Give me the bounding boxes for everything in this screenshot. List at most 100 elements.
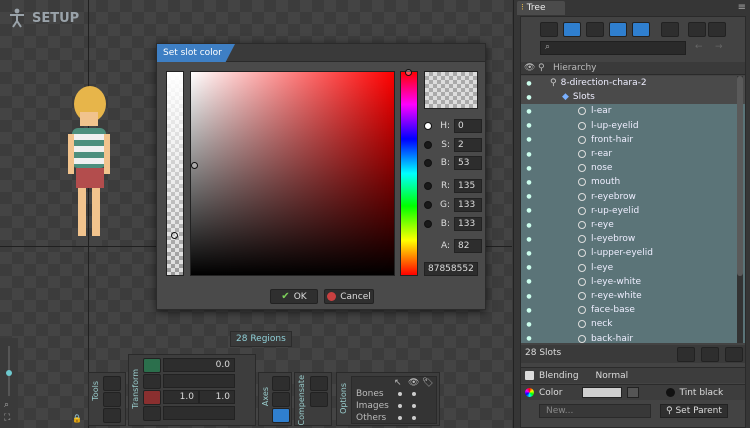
compensate-images-button[interactable] <box>310 392 328 407</box>
slot-visibility-toggle[interactable]: ● <box>526 250 532 257</box>
images-select-toggle[interactable] <box>398 404 402 408</box>
tree-scrollbar[interactable] <box>737 76 743 343</box>
slot-visibility-toggle[interactable]: ● <box>526 179 532 186</box>
weights-tool-button[interactable] <box>103 392 121 407</box>
bones-select-toggle[interactable] <box>398 392 402 396</box>
scale-x-input[interactable]: 1.0 <box>163 390 199 404</box>
alpha-slider-handle[interactable] <box>171 232 178 239</box>
slot-visibility-toggle[interactable]: ● <box>526 222 532 229</box>
saturation-radio[interactable] <box>424 141 432 149</box>
slot-visibility-toggle[interactable]: ● <box>526 193 532 200</box>
brightness-input[interactable]: 53 <box>454 156 482 170</box>
rotate-input[interactable]: 0.0 <box>163 358 235 372</box>
scale-button[interactable] <box>143 390 161 405</box>
slot-visibility-toggle[interactable]: ● <box>526 307 532 314</box>
sv-picker-handle[interactable] <box>191 162 198 169</box>
ok-button[interactable]: ✔ OK <box>270 289 318 304</box>
slot-row[interactable]: ● neck <box>521 317 745 332</box>
blue-input[interactable]: 133 <box>454 217 482 231</box>
alpha-slider[interactable] <box>166 71 184 276</box>
hue-slider-handle[interactable] <box>405 69 412 76</box>
slot-row[interactable]: ● l-upper-eyelid <box>521 246 745 261</box>
slot-visibility-toggle[interactable]: ● <box>526 165 532 172</box>
slot-row[interactable]: ● l-ear <box>521 104 745 119</box>
slot-row[interactable]: ● mouth <box>521 175 745 190</box>
slot-visibility-toggle[interactable]: ● <box>526 151 532 158</box>
slots-folder-node[interactable]: ● ◆ Slots <box>521 90 745 105</box>
slot-rename-button[interactable] <box>701 347 719 362</box>
panel-menu-icon[interactable]: ≡ <box>738 2 746 13</box>
slot-row[interactable]: ● l-eye-white <box>521 274 745 289</box>
search-next-icon[interactable]: → <box>715 42 723 52</box>
color-swatch[interactable] <box>581 387 622 398</box>
images-visible-toggle[interactable] <box>412 404 416 408</box>
skeleton-node[interactable]: ● ⚲ 8-direction-chara-2 <box>521 76 745 91</box>
blending-select[interactable]: Normal <box>596 371 629 381</box>
zoom-slider-handle[interactable] <box>6 370 12 376</box>
slot-visibility-toggle[interactable]: ● <box>526 122 532 129</box>
slot-row[interactable]: ● nose <box>521 161 745 176</box>
tab-tree[interactable]: ⁝ Tree <box>517 1 565 15</box>
slot-row[interactable]: ● r-eye <box>521 218 745 233</box>
tree-scroll-thumb[interactable] <box>737 76 743 276</box>
green-radio[interactable] <box>424 201 432 209</box>
set-parent-button[interactable]: ⚲ Set Parent <box>660 404 728 418</box>
zoom-icon[interactable]: ⌕ <box>4 400 9 410</box>
filter-slots-button[interactable] <box>563 22 581 37</box>
slot-delete-button[interactable] <box>725 347 743 362</box>
red-input[interactable]: 135 <box>454 179 482 193</box>
slot-visibility-toggle[interactable]: ● <box>526 108 532 115</box>
slot-visibility-toggle[interactable]: ● <box>526 278 532 285</box>
scale-y-input[interactable]: 1.0 <box>199 390 235 404</box>
search-input[interactable]: ⌕ <box>540 41 686 55</box>
slot-visibility-toggle[interactable]: ● <box>526 207 532 214</box>
slot-visibility-toggle[interactable]: ● <box>526 335 532 342</box>
hue-input[interactable]: 0 <box>454 119 482 133</box>
slot-row[interactable]: ● r-eyebrow <box>521 189 745 204</box>
shear-input[interactable] <box>163 406 235 420</box>
slot-visibility-toggle[interactable]: ● <box>526 236 532 243</box>
rotate-button[interactable] <box>143 358 161 373</box>
saturation-brightness-picker[interactable] <box>190 71 395 276</box>
slot-row[interactable]: ● r-ear <box>521 147 745 162</box>
blending-checkbox[interactable] <box>525 371 534 380</box>
axes-world-button[interactable] <box>272 408 290 423</box>
saturation-input[interactable]: 2 <box>454 138 482 152</box>
slot-visibility-toggle[interactable]: ● <box>526 264 532 271</box>
translate-input[interactable] <box>163 374 235 388</box>
slot-row[interactable]: ● back-hair <box>521 331 745 343</box>
filter-events-button[interactable] <box>661 22 679 37</box>
filter-bones-button[interactable] <box>540 22 558 37</box>
create-tool-button[interactable] <box>103 408 121 423</box>
hue-slider[interactable] <box>400 69 418 276</box>
blue-radio[interactable] <box>424 220 432 228</box>
new-button[interactable]: New... <box>539 404 651 418</box>
filter-constraints-button[interactable] <box>609 22 627 37</box>
others-select-toggle[interactable] <box>398 416 402 420</box>
slot-row[interactable]: ● face-base <box>521 303 745 318</box>
slot-row[interactable]: ● l-eyebrow <box>521 232 745 247</box>
color-link-button[interactable] <box>626 387 639 398</box>
slot-row[interactable]: ● l-eye <box>521 260 745 275</box>
slot-row[interactable]: ● r-eye-white <box>521 289 745 304</box>
slot-image-button[interactable] <box>677 347 695 362</box>
slot-row[interactable]: ● r-up-eyelid <box>521 203 745 218</box>
search-prev-icon[interactable]: ← <box>695 42 703 52</box>
green-input[interactable]: 133 <box>454 198 482 212</box>
filter-attachments-button[interactable] <box>586 22 604 37</box>
expand-all-button[interactable] <box>708 22 726 37</box>
lock-icon[interactable]: 🔒 <box>72 414 82 423</box>
slot-visibility-toggle[interactable]: ● <box>526 321 532 328</box>
cancel-button[interactable]: Cancel <box>324 289 374 304</box>
collapse-all-button[interactable] <box>688 22 706 37</box>
viewport[interactable]: SETUP Set slot color H: 0 S: 2 B: 53 R: … <box>0 0 512 428</box>
pose-tool-button[interactable] <box>103 376 121 391</box>
bones-visible-toggle[interactable] <box>412 392 416 396</box>
tint-black-icon[interactable] <box>665 388 675 397</box>
hue-radio[interactable] <box>424 122 432 130</box>
slot-visibility-toggle[interactable]: ● <box>526 293 532 300</box>
filter-skins-button[interactable] <box>632 22 650 37</box>
translate-button[interactable] <box>143 374 161 389</box>
shear-button[interactable] <box>143 406 161 421</box>
alpha-input[interactable]: 82 <box>454 239 482 253</box>
